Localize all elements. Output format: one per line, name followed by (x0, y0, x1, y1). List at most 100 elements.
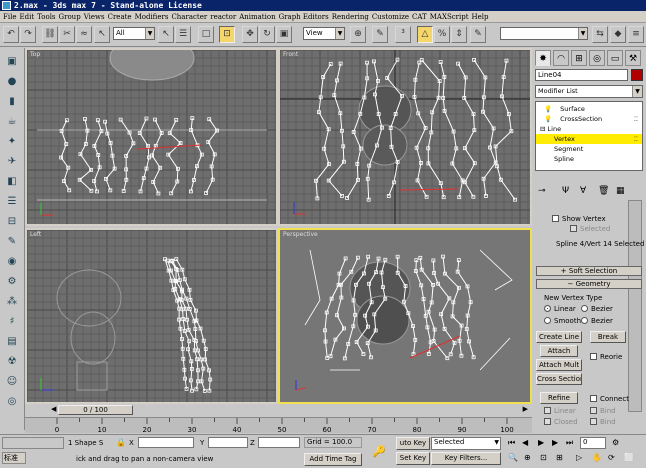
select-by-name-icon[interactable]: ☰ (175, 26, 191, 43)
geometry-rollout[interactable]: − Geometry (536, 279, 642, 289)
zoom-all-icon[interactable]: ⊕ (524, 453, 531, 462)
go-to-start-icon[interactable]: ⏮ (508, 438, 515, 448)
undo-icon[interactable]: ↶ (3, 26, 19, 43)
remove-modifier-icon[interactable]: 🗑 (598, 186, 609, 196)
menu-item-modifiers[interactable]: Modifiers (135, 11, 169, 22)
key-icon[interactable]: 🔑 (372, 445, 386, 458)
move-icon[interactable]: ✥ (242, 26, 258, 43)
next-frame-icon[interactable]: ▶ (552, 438, 558, 447)
go-to-end-icon[interactable]: ⏭ (566, 438, 573, 448)
show-end-result-icon[interactable]: Ψ (562, 186, 569, 196)
menu-item-cat[interactable]: CAT (412, 11, 427, 22)
viewport-top[interactable]: Top (25, 48, 278, 226)
bind-first-checkbox[interactable] (590, 407, 597, 414)
rotate-icon[interactable]: ↻ (259, 26, 275, 43)
viewport-left-label[interactable]: Left (30, 231, 41, 238)
field-of-view-icon[interactable]: ▷ (576, 453, 582, 462)
stack-item-vertex[interactable]: Vertex ⁚⁚ (536, 134, 642, 144)
create-camera-icon[interactable]: ✈ (3, 154, 21, 170)
stack-item-surface[interactable]: 💡 Surface (536, 104, 642, 114)
layer-manager-icon[interactable]: ≡ (628, 26, 644, 43)
create-helper-icon[interactable]: ◧ (3, 174, 21, 190)
arc-rotate-icon[interactable]: ⟳ (608, 453, 615, 462)
zoom-extents-all-icon[interactable]: ⊞ (556, 453, 563, 462)
modifier-list-dropdown[interactable]: Modifier List ▼ (535, 85, 643, 98)
menu-item-maxscript[interactable]: MAXScript (430, 11, 469, 22)
pin-stack-icon[interactable]: ⊸ (538, 186, 546, 196)
slider-left-icon[interactable]: ◀ (51, 405, 56, 413)
create-sphere-icon[interactable]: ● (3, 74, 21, 90)
bone-icon[interactable]: ♯ (3, 314, 21, 330)
edit-mesh-icon[interactable]: ✎ (3, 234, 21, 250)
menu-item-create[interactable]: Create (108, 11, 132, 22)
pivot-center-icon[interactable]: ⊕ (350, 26, 366, 43)
select-and-link-icon[interactable]: ⛓ (42, 26, 58, 43)
auto-key-button[interactable]: uto Key (396, 437, 430, 450)
slider-right-icon[interactable]: ▶ (523, 405, 528, 413)
stack-item-segment[interactable]: Segment (536, 144, 642, 154)
viewport-left[interactable]: Left (25, 228, 278, 404)
bind-last-checkbox[interactable] (590, 418, 597, 425)
material-icon[interactable]: ◉ (3, 254, 21, 270)
pan-icon[interactable]: ✋ (592, 453, 602, 462)
attach-mult-button[interactable]: Attach Mult (536, 359, 582, 371)
attach-button[interactable]: Attach (540, 345, 578, 357)
select-icon[interactable]: ↖ (158, 26, 174, 43)
y-coord-field[interactable] (208, 437, 248, 448)
lock-icon[interactable]: 🔒 (116, 438, 126, 447)
closed-checkbox[interactable] (544, 418, 551, 425)
set-key-button[interactable]: Set Key (396, 452, 430, 465)
viewport-perspective[interactable]: Perspective (278, 228, 532, 404)
bezier-radio[interactable] (581, 305, 588, 312)
reference-coordinate-dropdown[interactable]: View ▼ (303, 27, 345, 40)
display-tab-icon[interactable]: ▭ (607, 50, 623, 66)
add-time-tag-button[interactable]: Add Time Tag (304, 453, 362, 466)
reactor-icon[interactable]: ☢ (3, 354, 21, 370)
current-frame-field[interactable]: 0 (580, 437, 606, 449)
connect-checkbox[interactable] (590, 395, 597, 402)
viewport-perspective-label[interactable]: Perspective (283, 231, 318, 238)
create-teapot-icon[interactable]: ☕ (3, 114, 21, 130)
percent-snap-icon[interactable]: % (434, 26, 450, 43)
hierarchy-tab-icon[interactable]: ⊞ (571, 50, 587, 66)
align-icon[interactable]: ◆ (610, 26, 626, 43)
play-icon[interactable]: ▶ (538, 438, 544, 447)
menu-item-character[interactable]: Character (171, 11, 207, 22)
create-line-button[interactable]: Create Line (536, 331, 582, 343)
select-manipulate-icon[interactable]: ✎ (372, 26, 388, 43)
linear-refine-checkbox[interactable] (544, 407, 551, 414)
object-name-field[interactable]: Line04 (535, 69, 628, 81)
create-cylinder-icon[interactable]: ▮ (3, 94, 21, 110)
previous-frame-icon[interactable]: ◀ (522, 438, 528, 447)
menu-item-edit[interactable]: Edit (19, 11, 34, 22)
maxscript-listener[interactable] (2, 437, 64, 449)
create-system-icon[interactable]: ⊟ (3, 214, 21, 230)
zoom-extents-icon[interactable]: ⊡ (540, 453, 547, 462)
create-light-icon[interactable]: ✦ (3, 134, 21, 150)
cross-section-button[interactable]: Cross Section (536, 373, 582, 385)
menu-item-group[interactable]: Group (59, 11, 81, 22)
menu-item-file[interactable]: File (3, 11, 16, 22)
angle-snap-icon[interactable]: △ (417, 26, 433, 43)
select-object-icon[interactable]: ↖ (94, 26, 110, 43)
character-icon[interactable]: ☺ (3, 374, 21, 390)
menu-item-reactor[interactable]: reactor (210, 11, 236, 22)
maximize-viewport-icon[interactable]: ⬜ (624, 453, 634, 462)
mirror-icon[interactable]: ⇆ (592, 26, 608, 43)
redo-icon[interactable]: ↷ (20, 26, 36, 43)
particle-icon[interactable]: ⁂ (3, 294, 21, 310)
object-color-swatch[interactable] (631, 69, 643, 81)
window-crossing-icon[interactable]: ⊡ (219, 26, 235, 43)
stack-item-crosssection[interactable]: 💡 CrossSection ⁚⁚ (536, 114, 642, 124)
reorient-checkbox[interactable] (590, 353, 597, 360)
show-selected-checkbox[interactable] (570, 225, 577, 232)
menu-item-tools[interactable]: Tools (37, 11, 55, 22)
menu-item-help[interactable]: Help (472, 11, 489, 22)
viewport-front[interactable]: Front (278, 48, 532, 226)
key-mode-dropdown[interactable]: Selected ▼ (431, 437, 501, 450)
show-vertex-checkbox[interactable] (552, 215, 559, 222)
snap-toggle-icon[interactable]: ³ (395, 26, 411, 43)
spinner-snap-icon[interactable]: ⇕ (451, 26, 467, 43)
make-unique-icon[interactable]: ∀ (580, 186, 586, 196)
scale-icon[interactable]: ▣ (276, 26, 292, 43)
